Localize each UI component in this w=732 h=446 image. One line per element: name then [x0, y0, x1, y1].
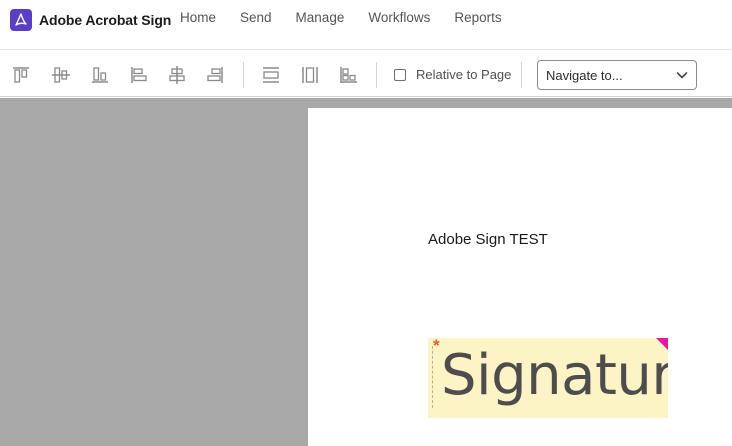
align-top-button[interactable]	[10, 64, 32, 86]
align-center-button[interactable]	[166, 64, 188, 86]
align-middle-icon	[52, 67, 70, 83]
distribute-vertical-button[interactable]	[260, 64, 282, 86]
align-left-button[interactable]	[128, 64, 150, 86]
nav-item-send[interactable]: Send	[240, 10, 272, 25]
align-right-icon	[207, 67, 223, 83]
relative-to-page-checkbox[interactable]	[394, 69, 406, 81]
align-bottom-button[interactable]	[89, 64, 111, 86]
distribute-vertical-icon	[263, 67, 279, 83]
document-workspace[interactable]: Adobe Sign TEST * Signature	[0, 98, 732, 446]
relative-to-page-label[interactable]: Relative to Page	[416, 67, 511, 82]
distribute-horizontal-button[interactable]	[299, 64, 321, 86]
nav-item-reports[interactable]: Reports	[454, 10, 501, 25]
signature-placeholder: Signature	[441, 343, 668, 408]
match-size-button[interactable]	[337, 64, 359, 86]
nav-item-workflows[interactable]: Workflows	[368, 10, 430, 25]
app-title: Adobe Acrobat Sign	[39, 12, 172, 28]
brand[interactable]: Adobe Acrobat Sign	[10, 8, 171, 32]
document-text: Adobe Sign TEST	[428, 231, 548, 248]
app-header: Adobe Acrobat Sign Home Send Manage Work…	[0, 0, 732, 50]
distribute-horizontal-icon	[302, 67, 318, 83]
align-bottom-icon	[92, 67, 108, 83]
match-size-icon	[340, 67, 357, 83]
signature-field[interactable]: * Signature	[428, 338, 668, 418]
align-center-icon	[169, 66, 185, 84]
navigate-to-dropdown[interactable]: Navigate to...	[537, 60, 697, 90]
align-top-icon	[13, 67, 29, 83]
align-right-button[interactable]	[204, 64, 226, 86]
document-page[interactable]: Adobe Sign TEST * Signature	[308, 108, 732, 446]
navigate-to-value: Navigate to...	[546, 68, 623, 83]
toolbar-divider	[243, 62, 244, 88]
align-middle-button[interactable]	[50, 64, 72, 86]
nav-item-home[interactable]: Home	[180, 10, 216, 25]
nav-item-manage[interactable]: Manage	[296, 10, 345, 25]
alignment-toolbar: Relative to Page Navigate to...	[0, 51, 732, 97]
toolbar-divider	[376, 62, 377, 88]
toolbar-divider	[521, 62, 522, 88]
required-marker: *	[433, 338, 440, 355]
align-left-icon	[131, 67, 147, 83]
chevron-down-icon	[676, 72, 688, 79]
acrobat-logo-icon	[10, 9, 32, 31]
main-nav: Home Send Manage Workflows Reports	[180, 10, 526, 25]
